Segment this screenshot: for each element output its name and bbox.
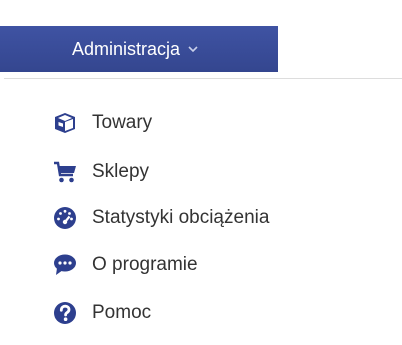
menu-label: Administracja <box>72 38 181 59</box>
page: Administracja Towary Sklepy Statystyki o… <box>0 0 402 345</box>
question-circle-icon <box>52 300 78 326</box>
dropdown-menu: Towary Sklepy Statystyki obciążenia O pr… <box>4 78 402 345</box>
menu-item-towary[interactable]: Towary <box>52 109 152 137</box>
box-icon <box>52 110 78 136</box>
chevron-down-icon <box>188 45 198 53</box>
speedometer-icon <box>52 205 78 231</box>
menu-item-sklepy[interactable]: Sklepy <box>52 158 149 186</box>
menu-item-label: Pomoc <box>92 302 152 323</box>
menu-item-o-programie[interactable]: O programie <box>52 251 198 279</box>
menu-item-statystyki[interactable]: Statystyki obciążenia <box>52 204 269 232</box>
administracja-menu-button[interactable]: Administracja <box>0 26 278 72</box>
menu-item-label: O programie <box>92 254 198 275</box>
menu-item-pomoc[interactable]: Pomoc <box>52 299 151 327</box>
chat-bubble-icon <box>52 252 78 278</box>
menu-item-label: Sklepy <box>92 161 150 182</box>
shopping-cart-icon <box>52 159 78 185</box>
menu-item-label: Statystyki obciążenia <box>92 207 270 228</box>
menu-item-label: Towary <box>92 112 153 133</box>
